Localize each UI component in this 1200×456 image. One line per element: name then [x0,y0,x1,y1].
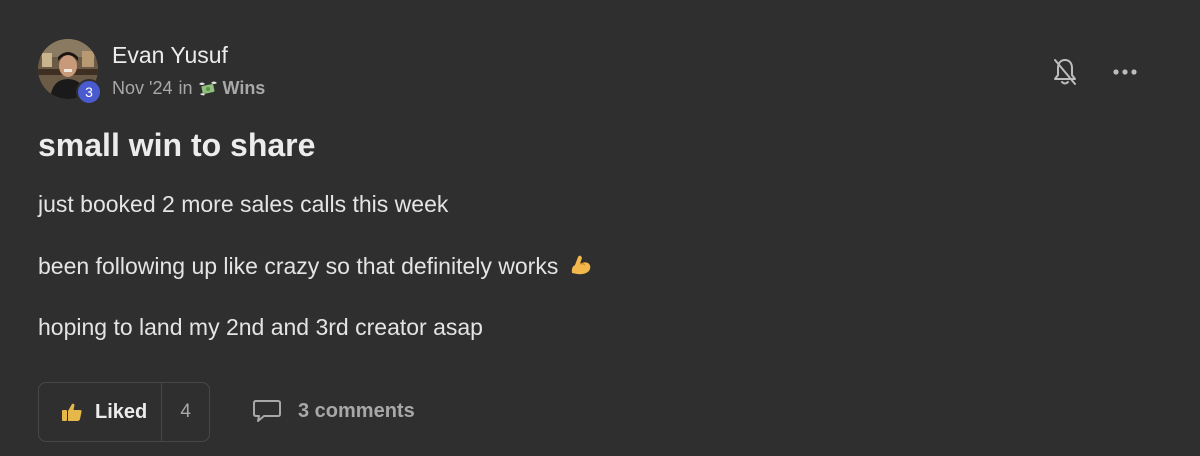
comment-bubble-icon [252,398,282,424]
post-meta: Nov '24 in Wins [112,78,265,99]
like-control: Liked 4 [38,382,210,442]
author-avatar-wrap[interactable]: 3 [38,39,102,105]
money-with-wings-icon [198,80,218,98]
author-name[interactable]: Evan Yusuf [112,42,228,69]
thumbs-up-icon [61,402,83,422]
category-link[interactable]: Wins [222,78,265,99]
ellipsis-icon [1113,69,1137,75]
in-label: in [178,78,193,98]
post-paragraph-wrap: been following up like crazy so that def… [38,253,593,283]
like-count-button[interactable]: 4 [162,401,209,423]
notification-off-button[interactable] [1052,57,1078,87]
comments-button[interactable]: 3 comments [252,398,415,424]
post-paragraph: been following up like crazy so that def… [38,253,559,279]
comments-label: 3 comments [298,399,415,422]
level-badge: 3 [76,79,102,105]
more-options-button[interactable] [1111,62,1141,82]
post-card: 3 Evan Yusuf Nov '24 in Wins small win t… [0,0,1200,456]
post-paragraph: hoping to land my 2nd and 3rd creator as… [38,314,483,340]
post-title: small win to share [38,127,316,163]
post-date[interactable]: Nov '24 [112,78,172,99]
like-button[interactable]: Liked [39,383,163,441]
like-label: Liked [95,400,148,423]
flexed-biceps-icon [569,253,593,283]
post-paragraph: just booked 2 more sales calls this week [38,191,449,217]
bell-off-icon [1054,59,1076,85]
